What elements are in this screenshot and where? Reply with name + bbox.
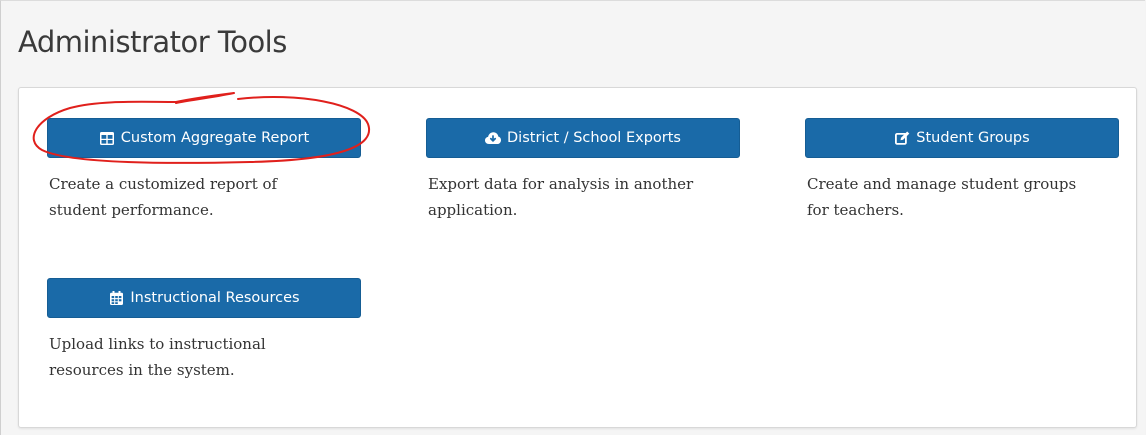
description-line: application. (428, 201, 518, 219)
student-groups-description: Create and manage student groups for tea… (807, 171, 1107, 223)
tools-panel: Custom Aggregate Report Create a customi… (18, 87, 1137, 428)
instructional-resources-description: Upload links to instructional resources … (49, 331, 349, 383)
description-line: student performance. (49, 201, 214, 219)
description-line: for teachers. (807, 201, 904, 219)
table-icon (99, 130, 115, 146)
instructional-resources-label: Instructional Resources (130, 290, 300, 306)
district-school-exports-description: Export data for analysis in another appl… (428, 171, 728, 223)
description-line: resources in the system. (49, 361, 235, 379)
tool-custom-aggregate-report: Custom Aggregate Report Create a customi… (47, 118, 367, 223)
description-line: Create a customized report of (49, 175, 278, 193)
tool-student-groups: Student Groups Create and manage student… (805, 118, 1125, 223)
description-line: Export data for analysis in another (428, 175, 694, 193)
app-frame: Administrator Tools Custom Aggregate Rep… (0, 0, 1145, 435)
student-groups-button[interactable]: Student Groups (805, 118, 1119, 158)
student-groups-label: Student Groups (916, 130, 1030, 146)
page-title: Administrator Tools (18, 25, 287, 59)
instructional-resources-button[interactable]: Instructional Resources (47, 278, 361, 318)
tool-district-school-exports: District / School Exports Export data fo… (426, 118, 746, 223)
tool-instructional-resources: Instructional Resources Upload links to … (47, 278, 367, 383)
custom-aggregate-report-label: Custom Aggregate Report (120, 130, 310, 146)
calendar-icon (108, 290, 124, 306)
district-school-exports-button[interactable]: District / School Exports (426, 118, 740, 158)
description-line: Upload links to instructional (49, 335, 266, 353)
district-school-exports-label: District / School Exports (507, 130, 681, 146)
cloud-download-icon (485, 130, 502, 146)
custom-aggregate-report-description: Create a customized report of student pe… (49, 171, 349, 223)
edit-icon (894, 130, 910, 146)
description-line: Create and manage student groups (807, 175, 1077, 193)
custom-aggregate-report-button[interactable]: Custom Aggregate Report (47, 118, 361, 158)
